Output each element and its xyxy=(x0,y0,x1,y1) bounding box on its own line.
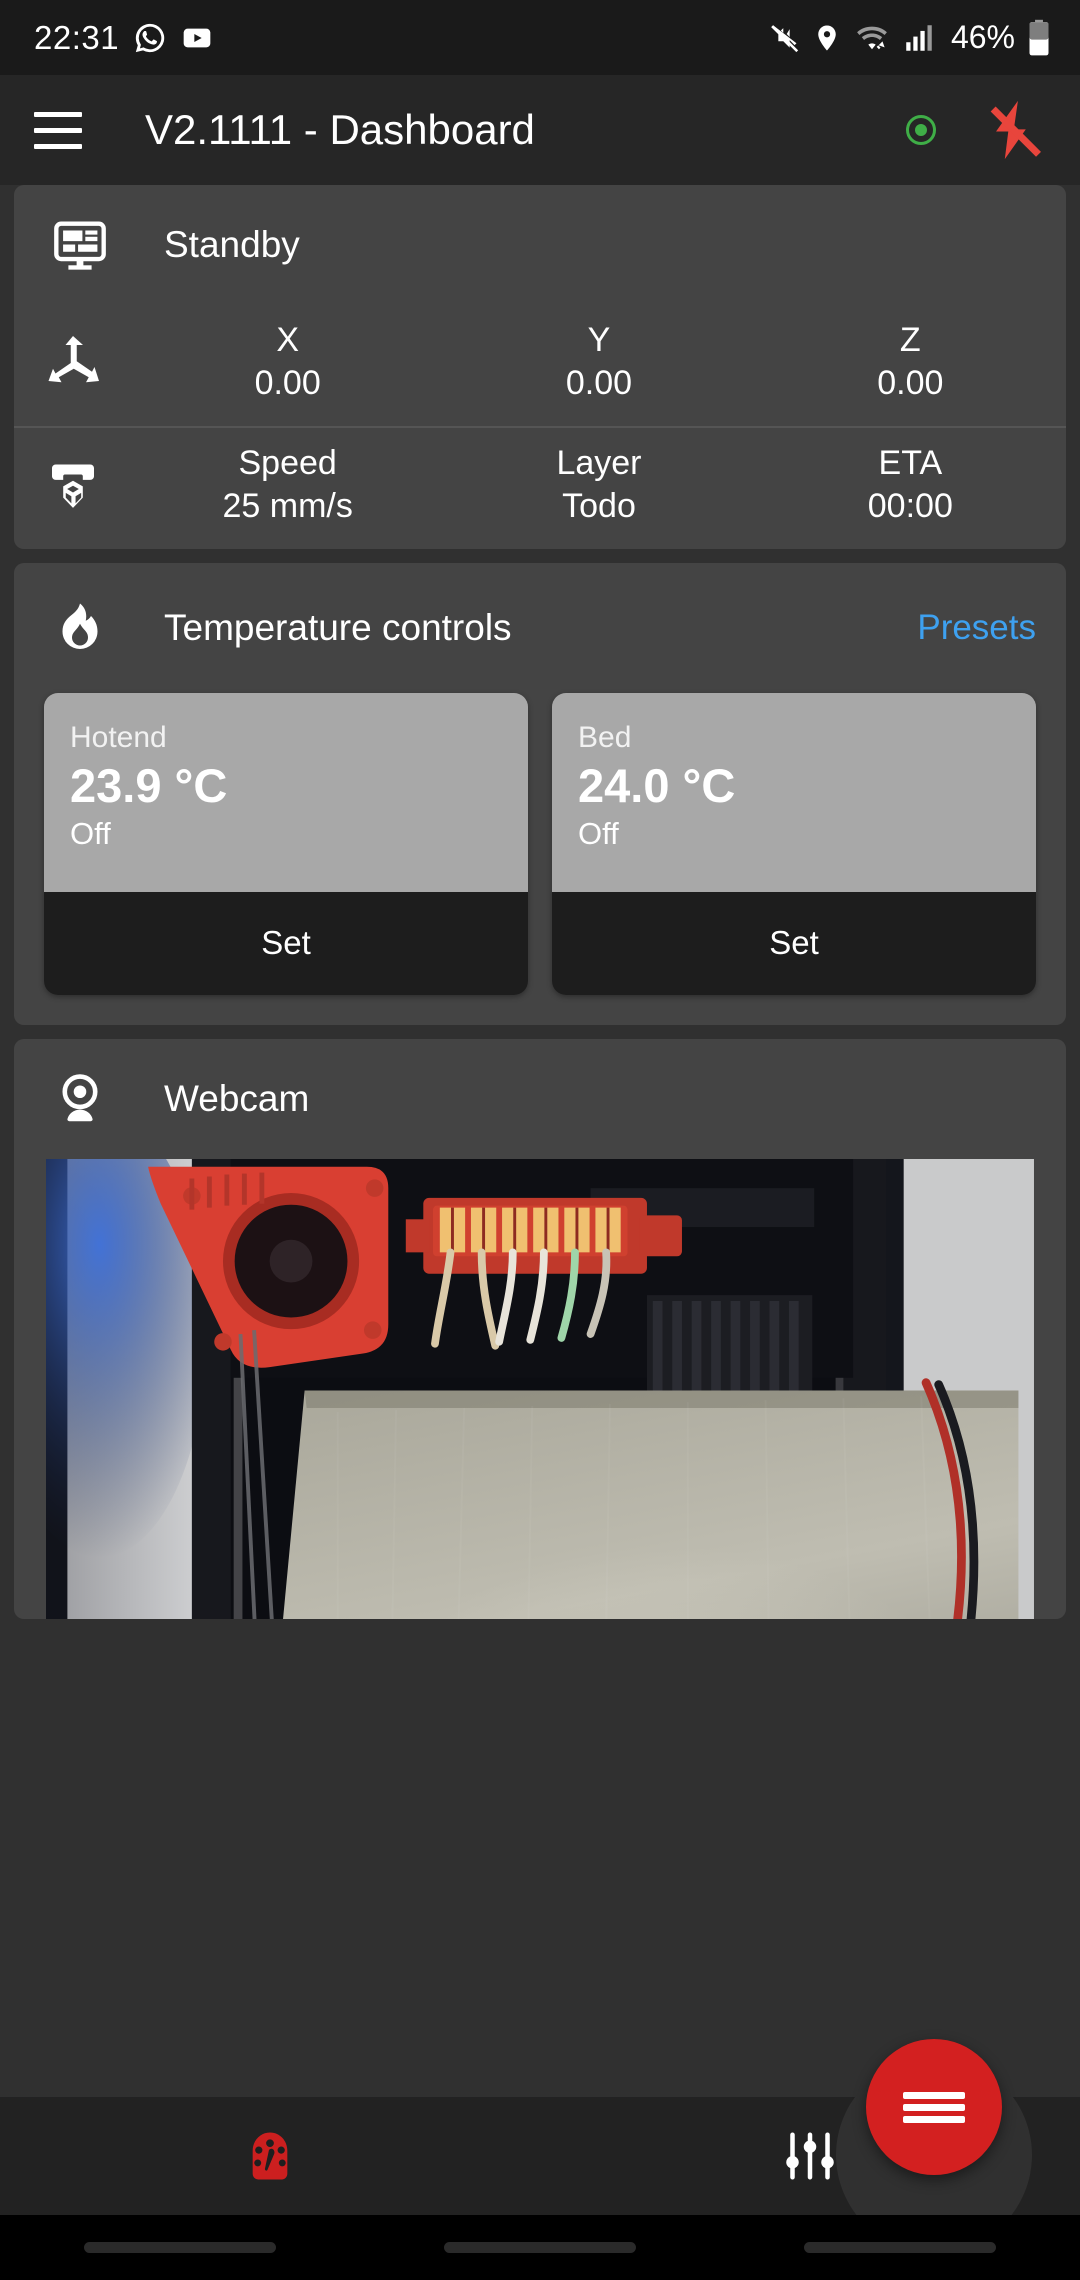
temperature-title: Temperature controls xyxy=(164,607,512,648)
temperature-controls-card: Temperature controls Presets Hotend 23.9… xyxy=(14,563,1066,1025)
axis-position-cells: X 0.00 Y 0.00 Z 0.00 xyxy=(132,319,1066,404)
bed-set-button[interactable]: Set xyxy=(552,891,1036,995)
dashboard-monitor-icon xyxy=(44,216,116,274)
nav-tab-dashboard[interactable] xyxy=(0,2097,540,2215)
webcam-card: Webcam xyxy=(14,1038,1066,1619)
axis-value: 0.00 xyxy=(254,363,321,402)
gesture-pill-recents[interactable] xyxy=(804,2242,996,2253)
hotend-state: Off xyxy=(70,816,111,852)
axis-key: Y xyxy=(587,321,611,359)
battery-percentage: 46% xyxy=(950,19,1015,55)
app-bar: V2.1111 - Dashboard xyxy=(0,75,1080,185)
axis-cell-x: X 0.00 xyxy=(132,319,443,404)
temperature-tiles: Hotend 23.9 °C Off Set Bed 24.0 °C Off S… xyxy=(14,693,1066,1025)
flame-icon xyxy=(44,598,116,658)
axis-key: X xyxy=(276,321,299,359)
print-stats-cells: Speed 25 mm/s Layer Todo ETA 00:00 xyxy=(132,442,1066,527)
axis-value: 0.00 xyxy=(877,363,944,402)
bed-temperature: 24.0 °C xyxy=(578,759,736,812)
printer-3d-icon xyxy=(14,457,132,513)
print-cell-speed: Speed 25 mm/s xyxy=(132,442,443,527)
menu-fab-icon[interactable] xyxy=(866,2039,1002,2175)
axis-position-row: X 0.00 Y 0.00 Z 0.00 xyxy=(14,305,1066,426)
dashboard-scroll-area[interactable]: Standby X 0.00 Y 0.00 Z 0.00 Speed 25 mm… xyxy=(0,185,1080,2280)
mute-icon xyxy=(767,21,801,55)
webcam-stream[interactable] xyxy=(46,1158,1034,1619)
print-value: Todo xyxy=(562,486,636,525)
tune-sliders-icon xyxy=(780,2126,840,2186)
dashboard-gauge-icon xyxy=(238,2124,302,2188)
hotend-set-button[interactable]: Set xyxy=(44,891,528,995)
system-status-bar: 22:31 46% xyxy=(0,0,1080,75)
printer-status-card: Standby X 0.00 Y 0.00 Z 0.00 Speed 25 mm… xyxy=(14,185,1066,549)
gesture-pill-home[interactable] xyxy=(444,2242,636,2253)
print-key: ETA xyxy=(878,444,943,482)
webcam-header: Webcam xyxy=(14,1039,1066,1159)
hotend-label: Hotend xyxy=(70,721,167,754)
axis-move-icon xyxy=(14,332,132,392)
whatsapp-icon xyxy=(133,21,167,55)
printer-state-row: Standby xyxy=(14,185,1066,305)
print-key: Speed xyxy=(238,444,337,482)
temperature-tile-bed[interactable]: Bed 24.0 °C Off Set xyxy=(552,693,1036,995)
signal-icon xyxy=(902,21,936,55)
print-stats-row: Speed 25 mm/s Layer Todo ETA 00:00 xyxy=(14,426,1066,549)
axis-key: Z xyxy=(899,321,921,359)
axis-cell-y: Y 0.00 xyxy=(443,319,754,404)
status-bar-right: 46% xyxy=(767,19,1052,57)
status-bar-left: 22:31 xyxy=(34,19,213,57)
print-value: 00:00 xyxy=(867,486,953,525)
status-bar-clock: 22:31 xyxy=(34,18,120,56)
printer-state-label: Standby xyxy=(164,224,300,265)
bed-readout[interactable]: Bed 24.0 °C Off xyxy=(552,693,1036,892)
phone-screen: 22:31 46% V2.1111 - Dashboard Standby X … xyxy=(0,0,1080,2280)
temperature-tile-hotend[interactable]: Hotend 23.9 °C Off Set xyxy=(44,693,528,995)
youtube-icon xyxy=(181,22,213,54)
bed-label: Bed xyxy=(578,721,632,754)
axis-cell-z: Z 0.00 xyxy=(755,319,1066,404)
hotend-readout[interactable]: Hotend 23.9 °C Off xyxy=(44,693,528,892)
webcam-title: Webcam xyxy=(164,1077,310,1119)
page-title: V2.1111 - Dashboard xyxy=(145,106,535,153)
connected-dot-icon xyxy=(906,115,936,145)
hotend-temperature: 23.9 °C xyxy=(70,759,228,812)
system-gesture-bar xyxy=(0,2215,1080,2280)
hamburger-menu-icon[interactable] xyxy=(34,100,94,160)
webcam-icon xyxy=(44,1070,116,1128)
axis-value: 0.00 xyxy=(565,363,633,402)
gesture-pill-back[interactable] xyxy=(84,2242,276,2253)
wifi-icon xyxy=(853,21,891,55)
temperature-header: Temperature controls Presets xyxy=(14,563,1066,693)
presets-button[interactable]: Presets xyxy=(917,608,1036,648)
print-value: 25 mm/s xyxy=(222,486,353,525)
bed-state: Off xyxy=(578,816,619,852)
webcam-frame xyxy=(46,1158,1034,1619)
print-key: Layer xyxy=(556,444,642,482)
location-icon xyxy=(812,21,842,55)
print-cell-eta: ETA 00:00 xyxy=(755,442,1066,527)
battery-icon xyxy=(1026,19,1052,57)
print-cell-layer: Layer Todo xyxy=(443,442,754,527)
flash-off-icon[interactable] xyxy=(980,95,1050,165)
